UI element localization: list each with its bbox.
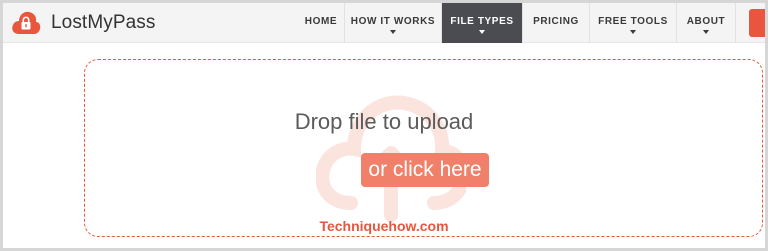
chevron-down-icon (390, 30, 396, 34)
nav-item-file-types[interactable]: FILE TYPES (442, 3, 523, 43)
nav-item-label: FREE TOOLS (598, 16, 668, 27)
site-header: LostMyPass HOME HOW IT WORKS FILE TYPES … (3, 3, 765, 43)
chevron-down-icon (630, 30, 636, 34)
cloud-lock-icon (11, 10, 41, 36)
nav-item-label: FILE TYPES (450, 16, 514, 27)
header-cta-button[interactable] (749, 9, 765, 37)
nav-item-label: ABOUT (686, 16, 726, 27)
nav-item-about[interactable]: ABOUT (677, 3, 736, 43)
select-file-button[interactable]: or click here (361, 153, 489, 187)
browser-viewport: LostMyPass HOME HOW IT WORKS FILE TYPES … (0, 0, 768, 251)
nav-item-how-it-works[interactable]: HOW IT WORKS (345, 3, 442, 43)
nav-item-home[interactable]: HOME (298, 3, 345, 43)
chevron-down-icon (703, 30, 709, 34)
site-logo[interactable]: LostMyPass (11, 9, 155, 37)
watermark-text: Techniquehow.com (319, 218, 449, 234)
main-nav: HOME HOW IT WORKS FILE TYPES PRICING FRE… (298, 3, 736, 43)
nav-item-label: PRICING (533, 16, 579, 27)
nav-item-label: HOW IT WORKS (350, 16, 436, 27)
nav-item-label: HOME (304, 16, 338, 27)
drop-file-prompt: Drop file to upload (294, 109, 474, 134)
cloud-upload-icon (316, 95, 466, 222)
brand-name: LostMyPass (51, 12, 156, 33)
chevron-down-icon (479, 30, 485, 34)
nav-item-free-tools[interactable]: FREE TOOLS (590, 3, 677, 43)
nav-item-pricing[interactable]: PRICING (523, 3, 590, 43)
